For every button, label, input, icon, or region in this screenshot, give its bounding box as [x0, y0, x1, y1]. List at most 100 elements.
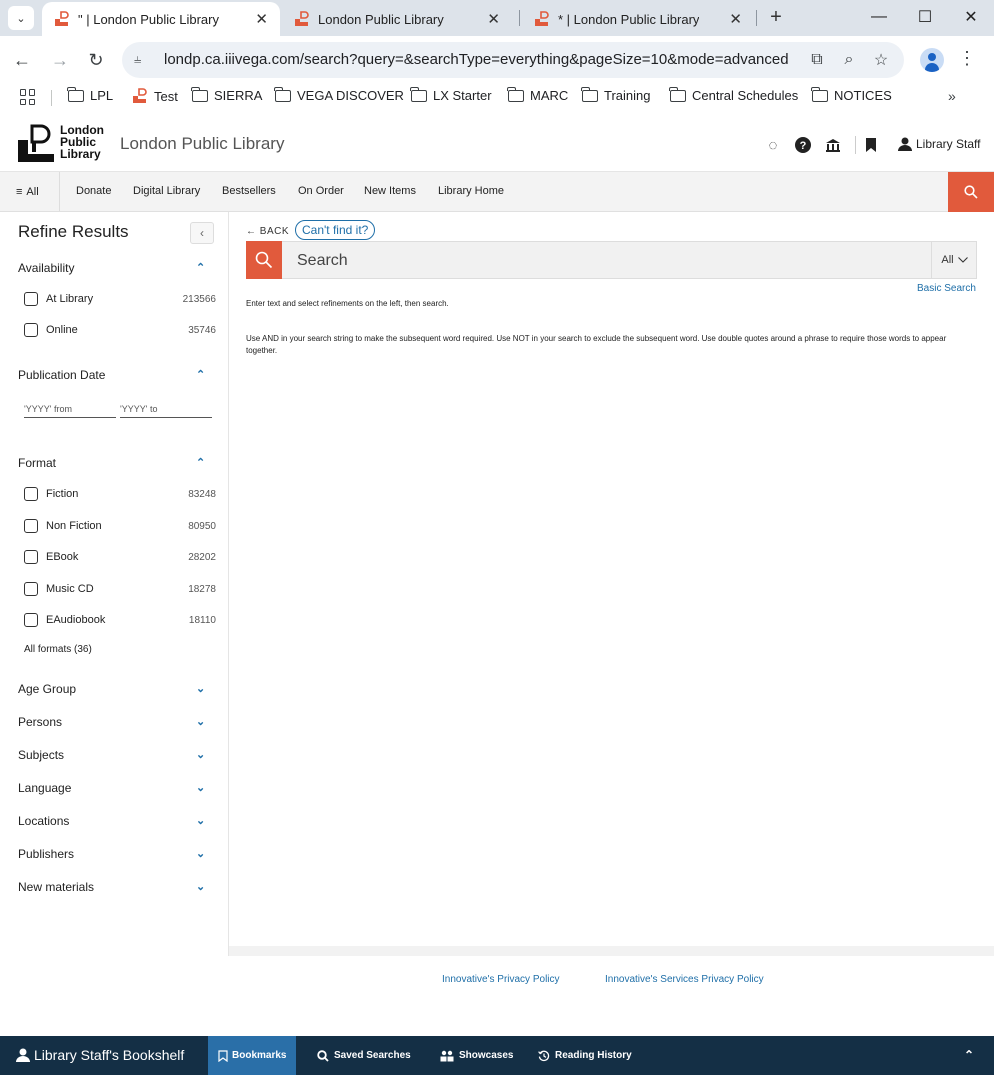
- library-building-icon[interactable]: [824, 136, 842, 154]
- browser-tab-3[interactable]: * | London Public Library ✕: [522, 2, 754, 36]
- bookshelf-title[interactable]: Library Staff's Bookshelf: [16, 1047, 184, 1063]
- checkbox[interactable]: [24, 487, 38, 501]
- back-arrow-icon[interactable]: ←: [10, 48, 34, 72]
- new-tab-button[interactable]: +: [764, 2, 788, 32]
- search-scope-dropdown[interactable]: All: [931, 242, 977, 278]
- maximize-button[interactable]: ☐: [902, 0, 948, 34]
- reload-icon[interactable]: ↻: [84, 48, 108, 72]
- search-submit-button[interactable]: [246, 241, 282, 279]
- facet-new-materials[interactable]: New materials: [18, 880, 94, 894]
- date-from-input[interactable]: 'YYYY' from: [24, 404, 116, 418]
- facet-option-fiction[interactable]: Fiction 83248: [24, 487, 229, 501]
- nav-search-button[interactable]: [948, 172, 994, 212]
- facet-publication-date[interactable]: Publication Date: [18, 368, 105, 382]
- minimize-button[interactable]: —: [856, 0, 902, 34]
- bookmark-training[interactable]: Training: [581, 86, 650, 103]
- chevron-down-icon[interactable]: ⌄: [196, 781, 205, 794]
- checkbox[interactable]: [24, 323, 38, 337]
- site-title[interactable]: London Public Library: [120, 134, 284, 154]
- browser-tab-2[interactable]: London Public Library ✕: [282, 2, 512, 36]
- facet-language[interactable]: Language: [18, 781, 71, 795]
- facet-option-at-library[interactable]: At Library 213566: [24, 292, 229, 306]
- checkbox[interactable]: [24, 519, 38, 533]
- facet-option-online[interactable]: Online 35746: [24, 323, 229, 337]
- chevron-up-icon[interactable]: ⌃: [196, 368, 205, 381]
- facet-option-music-cd[interactable]: Music CD 18278: [24, 582, 229, 596]
- nav-library-home[interactable]: Library Home: [438, 185, 504, 197]
- open-in-app-icon[interactable]: ⧉: [806, 49, 828, 71]
- bookmark-central-schedules[interactable]: Central Schedules: [669, 86, 798, 103]
- bookmark-test[interactable]: Test: [132, 88, 178, 104]
- chevron-down-icon[interactable]: ⌄: [196, 880, 205, 893]
- cant-find-it-button[interactable]: Can't find it?: [295, 220, 376, 240]
- facet-option-non-fiction[interactable]: Non Fiction 80950: [24, 519, 229, 533]
- facet-age-group[interactable]: Age Group: [18, 682, 76, 696]
- close-tab-icon[interactable]: ✕: [729, 10, 742, 28]
- url-text[interactable]: londp.ca.iiivega.com/search?query=&searc…: [164, 51, 789, 68]
- close-tab-icon[interactable]: ✕: [487, 10, 500, 28]
- close-tab-icon[interactable]: ✕: [255, 10, 268, 28]
- facet-availability[interactable]: Availability: [18, 261, 74, 275]
- more-bookmarks-icon[interactable]: »: [948, 88, 956, 104]
- chevron-down-icon[interactable]: ⌄: [196, 682, 205, 695]
- bookmark-sierra[interactable]: SIERRA: [191, 86, 262, 103]
- checkbox[interactable]: [24, 613, 38, 627]
- chevron-up-icon[interactable]: ⌃: [196, 456, 205, 469]
- chevron-down-icon[interactable]: ⌄: [196, 715, 205, 728]
- bookmarks-tab[interactable]: Bookmarks: [208, 1036, 297, 1075]
- checkbox[interactable]: [24, 292, 38, 306]
- services-privacy-policy-link[interactable]: Innovative's Services Privacy Policy: [605, 974, 764, 985]
- expand-bookshelf-icon[interactable]: ⌃: [964, 1048, 974, 1062]
- chevron-down-icon[interactable]: ⌄: [196, 814, 205, 827]
- tab-search-menu-button[interactable]: ⌄: [8, 6, 34, 30]
- bookmark-icon[interactable]: [862, 136, 880, 154]
- library-staff-menu[interactable]: Library Staff: [898, 137, 980, 151]
- facet-option-eaudiobook[interactable]: EAudiobook 18110: [24, 613, 229, 627]
- checkbox[interactable]: [24, 550, 38, 564]
- close-window-button[interactable]: ✕: [948, 0, 994, 34]
- showcases-tab[interactable]: Showcases: [430, 1036, 523, 1075]
- saved-searches-tab[interactable]: Saved Searches: [307, 1036, 421, 1075]
- collapse-sidebar-button[interactable]: ‹: [190, 222, 214, 244]
- back-link[interactable]: ← BACK: [246, 226, 289, 237]
- cookie-icon[interactable]: ◌: [764, 136, 782, 154]
- basic-search-link[interactable]: Basic Search: [917, 283, 976, 294]
- chevron-up-icon[interactable]: ⌃: [196, 261, 205, 274]
- checkbox[interactable]: [24, 582, 38, 596]
- privacy-policy-link[interactable]: Innovative's Privacy Policy: [442, 974, 560, 985]
- facet-subjects[interactable]: Subjects: [18, 748, 64, 762]
- address-bar[interactable]: ⫨ londp.ca.iiivega.com/search?query=&sea…: [122, 42, 904, 78]
- bookmark-lx-starter[interactable]: LX Starter: [410, 86, 492, 103]
- all-formats-link[interactable]: All formats (36): [24, 644, 92, 655]
- nav-donate[interactable]: Donate: [76, 185, 111, 197]
- facet-persons[interactable]: Persons: [18, 715, 62, 729]
- bookmark-marc[interactable]: MARC: [507, 86, 568, 103]
- reading-history-tab[interactable]: Reading History: [528, 1036, 642, 1075]
- search-input[interactable]: Search All: [246, 241, 977, 279]
- nav-digital-library[interactable]: Digital Library: [133, 185, 200, 197]
- profile-avatar-icon[interactable]: [920, 48, 944, 72]
- bookmark-vega-discover[interactable]: VEGA DISCOVER: [274, 86, 404, 103]
- nav-on-order[interactable]: On Order: [298, 185, 344, 197]
- facet-locations[interactable]: Locations: [18, 814, 69, 828]
- forward-arrow-icon[interactable]: →: [48, 48, 72, 72]
- chevron-down-icon[interactable]: ⌄: [196, 847, 205, 860]
- all-menu-button[interactable]: ≡ All: [0, 172, 60, 211]
- facet-publishers[interactable]: Publishers: [18, 847, 74, 861]
- date-to-input[interactable]: 'YYYY' to: [120, 404, 212, 418]
- nav-bestsellers[interactable]: Bestsellers: [222, 185, 276, 197]
- site-info-icon[interactable]: ⫨: [134, 51, 141, 67]
- chevron-down-icon[interactable]: ⌄: [196, 748, 205, 761]
- library-logo[interactable]: London Public Library: [16, 122, 112, 164]
- star-icon[interactable]: ☆: [870, 49, 892, 71]
- browser-tab-1[interactable]: " | London Public Library ✕: [42, 2, 280, 36]
- more-menu-icon[interactable]: ⋮: [958, 48, 976, 69]
- help-icon[interactable]: ?: [794, 136, 812, 154]
- search-placeholder[interactable]: Search: [297, 252, 348, 270]
- facet-format[interactable]: Format: [18, 456, 56, 470]
- nav-new-items[interactable]: New Items: [364, 185, 416, 197]
- facet-option-ebook[interactable]: EBook 28202: [24, 550, 229, 564]
- bookmark-notices[interactable]: NOTICES: [811, 86, 892, 103]
- apps-grid-icon[interactable]: [20, 89, 36, 105]
- zoom-icon[interactable]: ⌕: [838, 49, 860, 71]
